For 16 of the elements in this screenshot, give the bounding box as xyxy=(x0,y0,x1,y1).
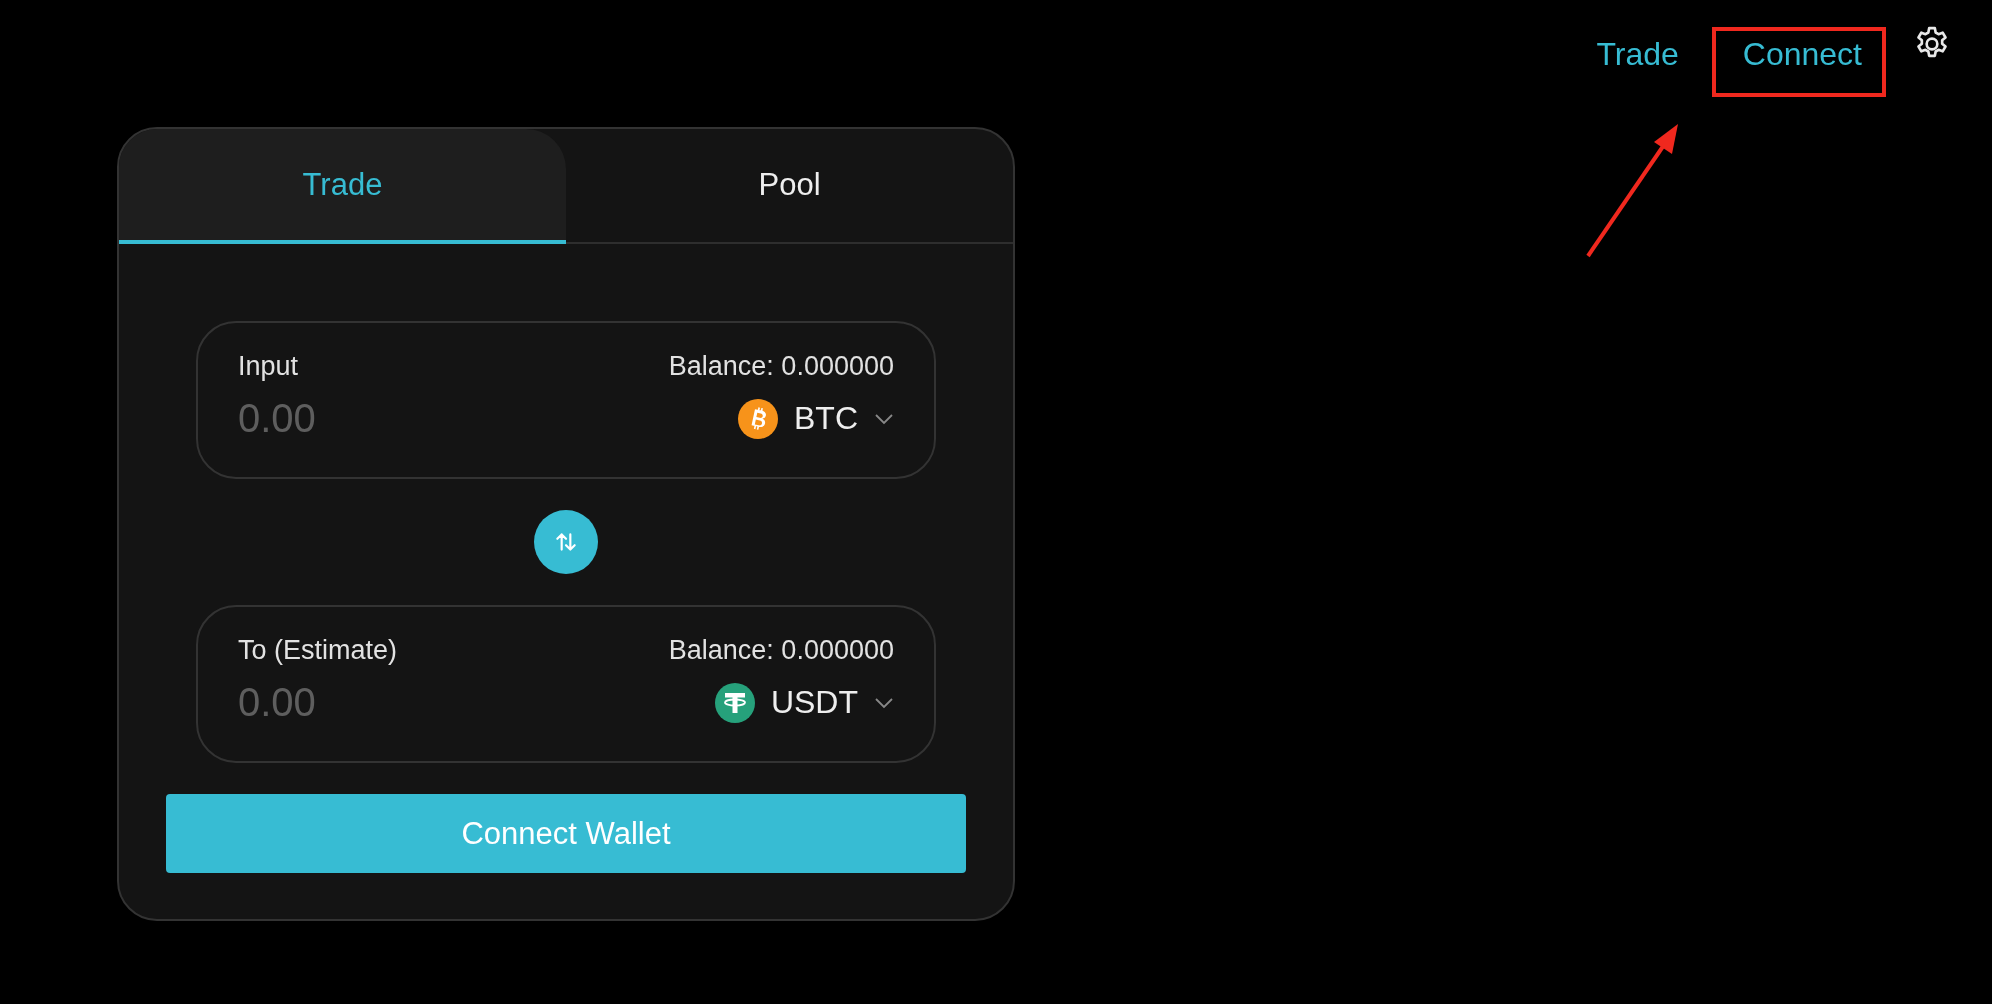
balance-text: Balance: 0.000000 xyxy=(668,351,894,382)
field-label: Input xyxy=(238,351,299,382)
token-selector[interactable]: BTC xyxy=(738,398,894,439)
chevron-down-icon xyxy=(874,696,894,709)
amount-field[interactable]: 0.00 xyxy=(238,680,538,725)
tab[interactable]: Trade xyxy=(119,129,566,244)
tab[interactable]: Pool xyxy=(566,129,1013,244)
token-selector[interactable]: USDT xyxy=(714,682,894,723)
nav-link[interactable]: Connect xyxy=(1742,29,1862,79)
amount-field[interactable]: 0.00 xyxy=(238,396,538,441)
coin-icon xyxy=(714,682,755,723)
field-label: To (Estimate) xyxy=(238,635,398,666)
balance-text: Balance: 0.000000 xyxy=(668,635,894,666)
nav-link[interactable]: Trade xyxy=(1596,29,1679,79)
coin-icon xyxy=(738,398,778,439)
chevron-down-icon xyxy=(874,412,894,425)
